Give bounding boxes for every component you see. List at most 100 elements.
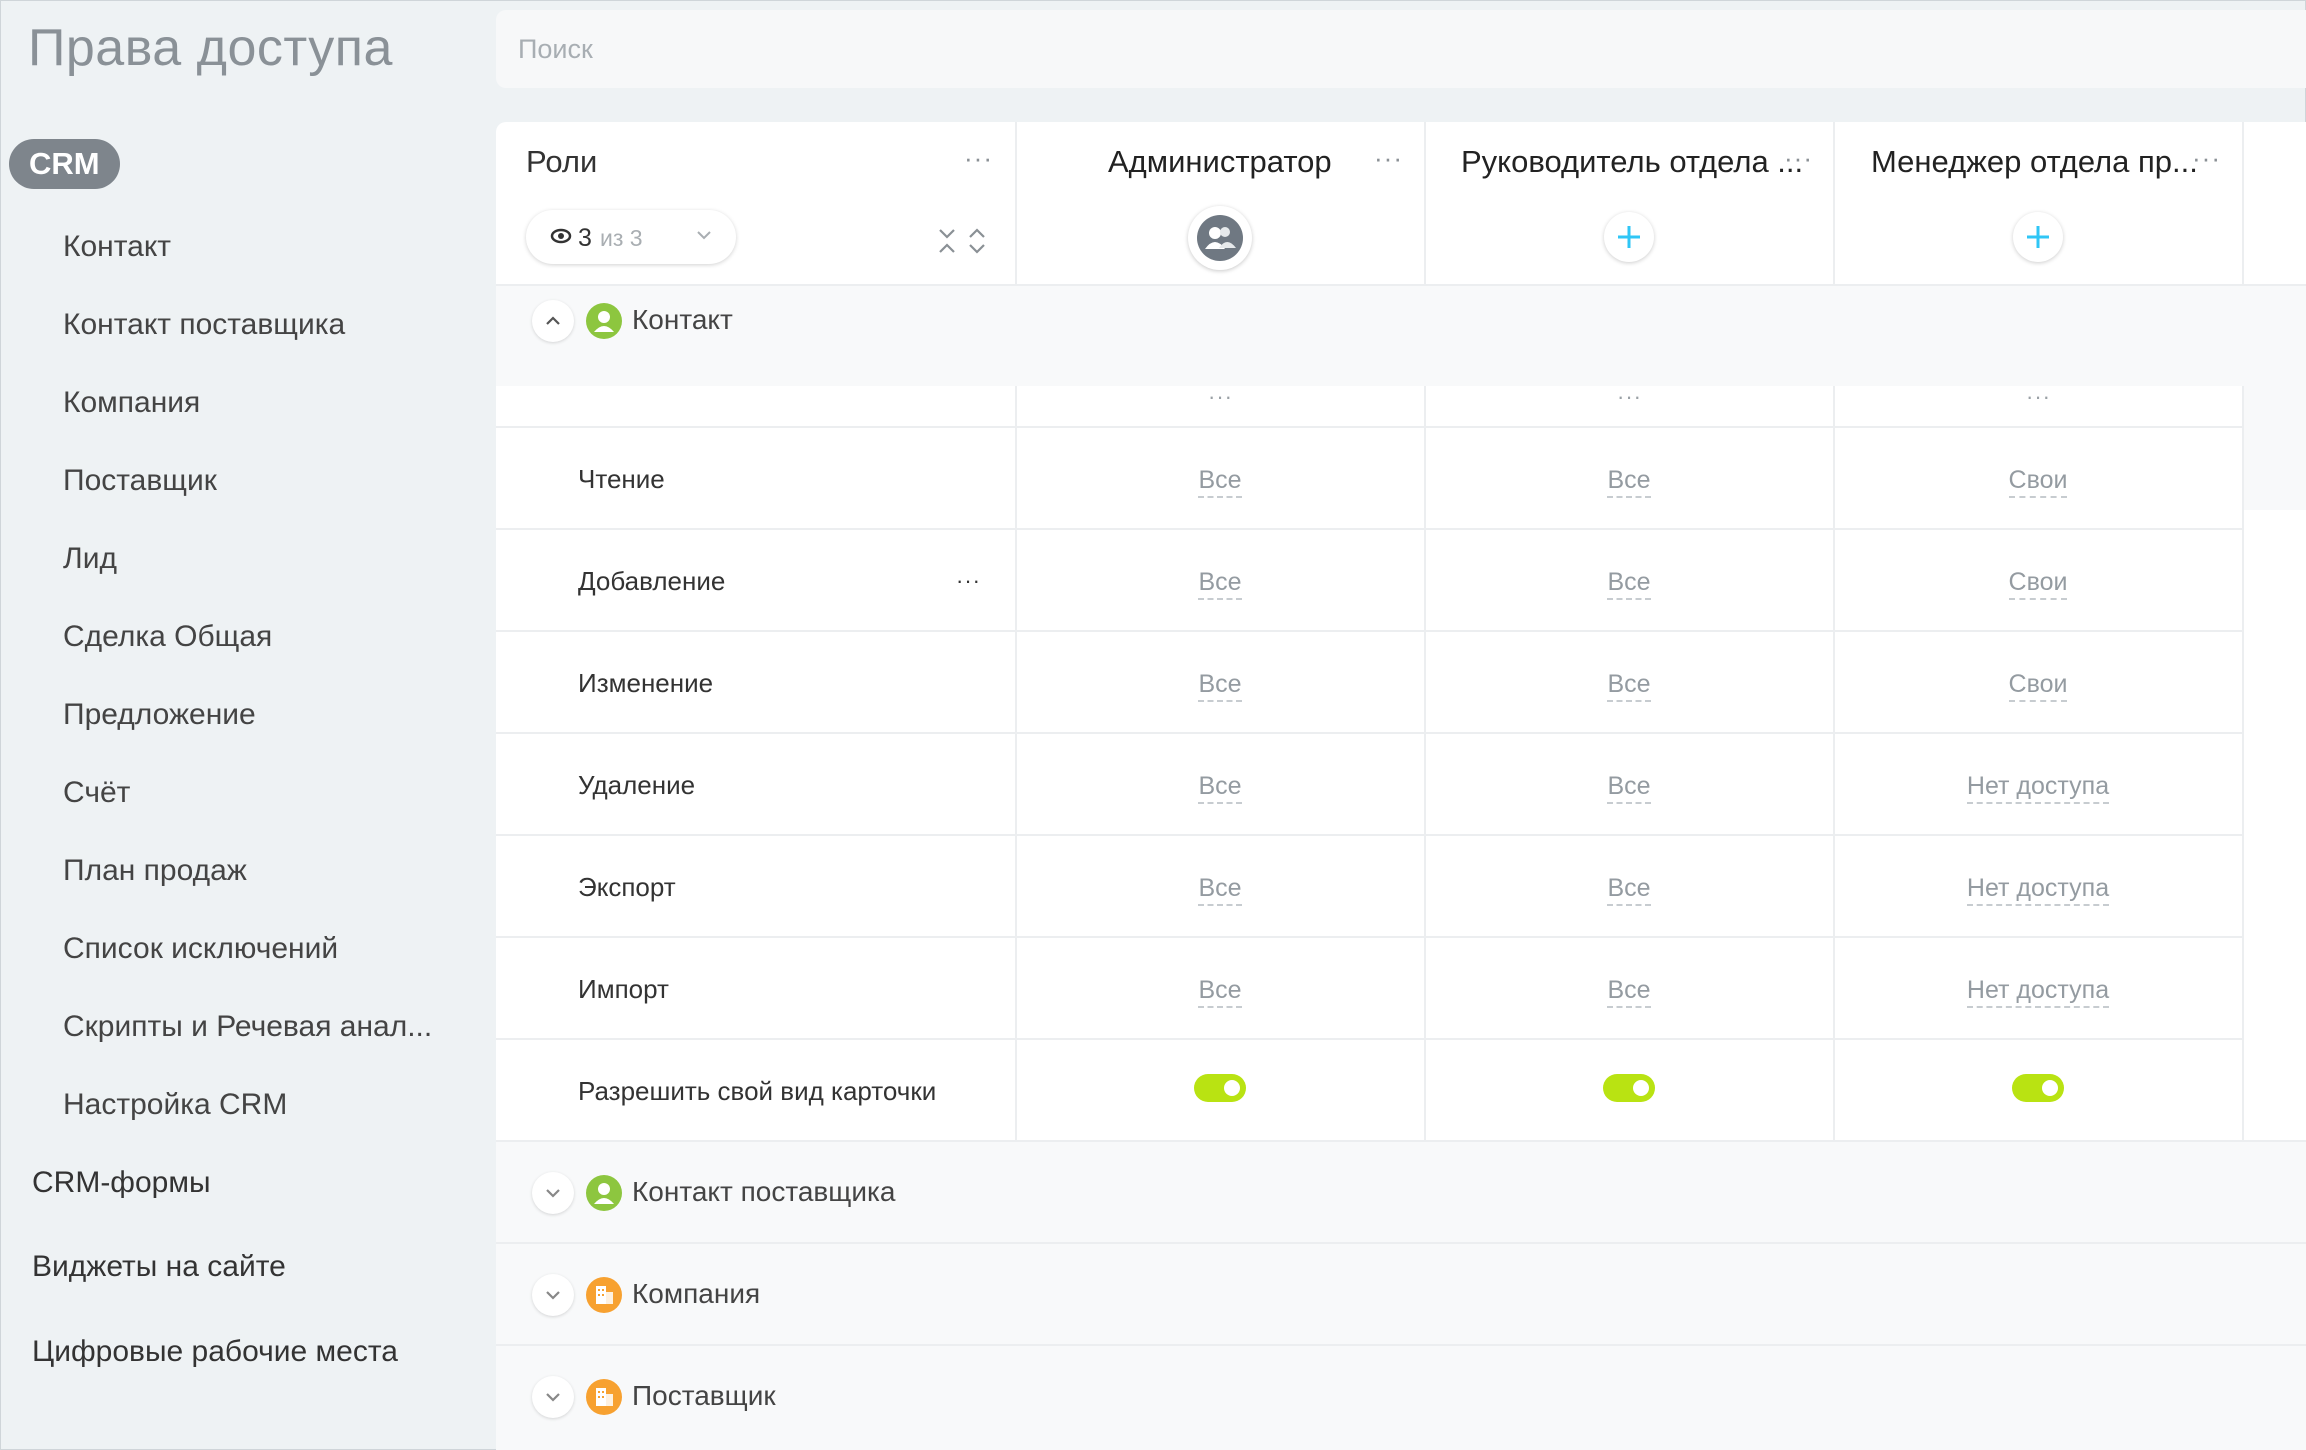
column-divider xyxy=(1833,386,1835,1266)
sidebar-group-crm[interactable]: CRM xyxy=(9,139,120,189)
role-header-admin[interactable]: Администратор xyxy=(1108,144,1332,180)
section-body xyxy=(496,386,2244,1266)
page-title: Права доступа xyxy=(28,19,393,77)
eye-icon xyxy=(550,228,572,244)
section-title: Поставщик xyxy=(632,1380,776,1411)
perm-value[interactable]: Все xyxy=(1070,568,1370,600)
chevron-down-icon xyxy=(546,1393,560,1402)
plus-icon xyxy=(2027,226,2049,248)
sidebar-item-site-widgets[interactable]: Виджеты на сайте xyxy=(32,1250,286,1284)
perm-value[interactable]: Все xyxy=(1070,466,1370,498)
perm-add-label: Добавление xyxy=(578,566,726,596)
sidebar-item-sales-plan[interactable]: План продаж xyxy=(63,854,247,888)
perm-read-label: Чтение xyxy=(578,464,665,494)
column-menu-dots-icon[interactable]: ··· xyxy=(1617,384,1642,410)
role-header-head[interactable]: Руководитель отдела ... xyxy=(1461,144,1803,180)
sidebar-item-exclusions[interactable]: Список исключений xyxy=(63,932,338,966)
expand-all-icon[interactable] xyxy=(966,226,988,256)
contact-icon xyxy=(586,1175,622,1211)
perm-delete-label: Удаление xyxy=(578,770,696,800)
roles-menu-dots-icon[interactable]: ··· xyxy=(964,145,993,171)
company-icon xyxy=(586,1379,622,1415)
section-company[interactable]: Компания xyxy=(496,1244,2306,1344)
sidebar-item-digital-workplaces[interactable]: Цифровые рабочие места xyxy=(32,1335,398,1369)
permissions-matrix: Роли ··· 3 из 3 Администратор ··· Руково… xyxy=(496,122,2306,1450)
perm-value[interactable]: Все xyxy=(1479,874,1779,906)
row-divider xyxy=(496,630,2242,632)
section-expand-button[interactable] xyxy=(532,1376,574,1418)
section-expand-button[interactable] xyxy=(532,1274,574,1316)
sidebar-item-crm-settings[interactable]: Настройка CRM xyxy=(63,1088,287,1122)
row-divider xyxy=(496,834,2242,836)
roles-filter-button[interactable]: 3 из 3 xyxy=(526,210,736,264)
perm-value[interactable]: Нет доступа xyxy=(1888,772,2188,804)
sidebar-item-supplier[interactable]: Поставщик xyxy=(63,464,217,498)
perm-card-view-label: Разрешить свой вид карточки xyxy=(578,1076,937,1106)
perm-edit-label: Изменение xyxy=(578,668,714,698)
sidebar-item-quote[interactable]: Предложение xyxy=(63,698,256,732)
perm-value[interactable]: Все xyxy=(1479,772,1779,804)
role-header-manager[interactable]: Менеджер отдела пр... xyxy=(1871,144,2198,180)
sidebar-item-company[interactable]: Компания xyxy=(63,386,200,420)
role-menu-dots-icon[interactable]: ··· xyxy=(2192,145,2221,171)
section-title: Контакт xyxy=(632,304,733,335)
section-title: Контакт поставщика xyxy=(632,1176,896,1207)
card-view-toggle[interactable] xyxy=(1194,1074,1246,1102)
perm-value[interactable]: Свои xyxy=(1888,670,2188,702)
sidebar-item-crm-forms[interactable]: CRM-формы xyxy=(32,1166,211,1200)
add-members-button[interactable] xyxy=(2013,212,2063,262)
perm-value[interactable]: Свои xyxy=(1888,466,2188,498)
sidebar-item-contact[interactable]: Контакт xyxy=(63,230,171,264)
sidebar-item-invoice[interactable]: Счёт xyxy=(63,776,130,810)
search-bar xyxy=(496,10,2306,88)
chevron-down-icon xyxy=(697,231,711,240)
perm-value[interactable]: Все xyxy=(1070,772,1370,804)
column-divider xyxy=(2242,386,2244,1266)
plus-icon xyxy=(1618,226,1640,248)
row-divider xyxy=(496,426,2242,428)
card-view-toggle[interactable] xyxy=(2012,1074,2064,1102)
sidebar-item-deal[interactable]: Сделка Общая xyxy=(63,620,272,654)
sidebar-item-lead[interactable]: Лид xyxy=(63,542,117,576)
perm-export-label: Экспорт xyxy=(578,872,676,902)
perm-value[interactable]: Все xyxy=(1070,874,1370,906)
section-collapse-button[interactable] xyxy=(532,300,574,342)
section-supplier-contact[interactable]: Контакт поставщика xyxy=(496,1142,2306,1242)
add-members-button[interactable] xyxy=(1604,212,1654,262)
row-divider xyxy=(496,732,2242,734)
perm-value[interactable]: Все xyxy=(1070,670,1370,702)
column-divider xyxy=(1015,386,1017,1266)
perm-value[interactable]: Все xyxy=(1070,976,1370,1008)
role-menu-dots-icon[interactable]: ··· xyxy=(1784,145,1813,171)
perm-value[interactable]: Все xyxy=(1479,976,1779,1008)
filter-count: 3 xyxy=(578,224,592,252)
perm-value[interactable]: Все xyxy=(1479,568,1779,600)
search-input[interactable] xyxy=(518,30,2018,68)
row-menu-dots-icon[interactable]: ··· xyxy=(956,568,981,594)
perm-import-label: Импорт xyxy=(578,974,669,1004)
row-divider xyxy=(496,936,2242,938)
perm-value[interactable]: Все xyxy=(1479,466,1779,498)
row-divider xyxy=(496,528,2242,530)
column-menu-dots-icon[interactable]: ··· xyxy=(2026,384,2051,410)
column-menu-dots-icon[interactable]: ··· xyxy=(1208,384,1233,410)
sidebar-item-scripts[interactable]: Скрипты и Речевая анал... xyxy=(63,1010,432,1044)
company-icon xyxy=(586,1277,622,1313)
users-group-icon xyxy=(1205,227,1236,249)
section-supplier[interactable]: Поставщик xyxy=(496,1346,2306,1450)
section-expand-button[interactable] xyxy=(532,1172,574,1214)
roles-header: Роли xyxy=(526,144,598,179)
role-admin-users-avatar[interactable] xyxy=(1188,206,1252,270)
perm-value[interactable]: Нет доступа xyxy=(1888,874,2188,906)
chevron-down-icon xyxy=(546,1189,560,1198)
role-menu-dots-icon[interactable]: ··· xyxy=(1374,145,1403,171)
card-view-toggle[interactable] xyxy=(1603,1074,1655,1102)
perm-value[interactable]: Свои xyxy=(1888,568,2188,600)
chevron-up-icon xyxy=(546,316,560,325)
perm-value[interactable]: Нет доступа xyxy=(1888,976,2188,1008)
section-title: Компания xyxy=(632,1278,761,1309)
sidebar-item-supplier-contact[interactable]: Контакт поставщика xyxy=(63,308,345,342)
collapse-all-icon[interactable] xyxy=(936,226,958,256)
column-divider xyxy=(1424,386,1426,1266)
perm-value[interactable]: Все xyxy=(1479,670,1779,702)
